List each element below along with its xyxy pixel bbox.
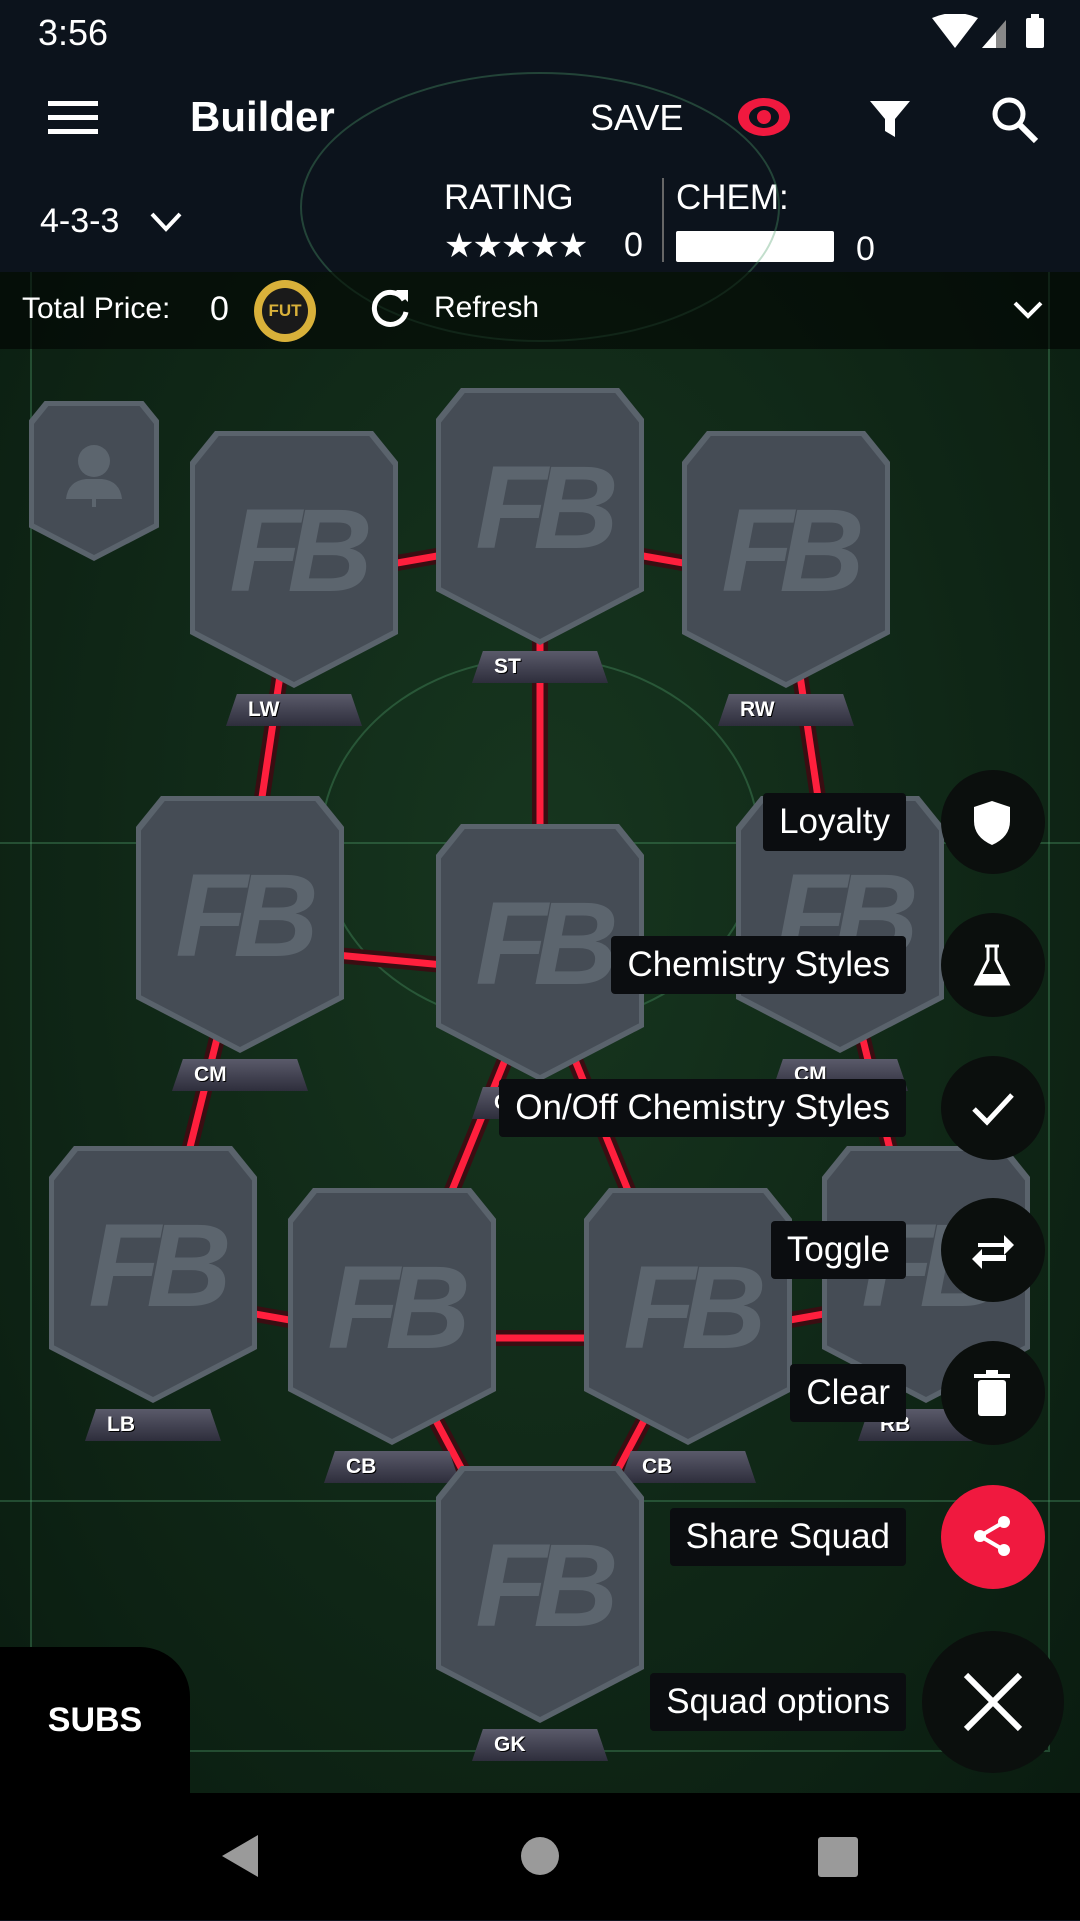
swap-button[interactable] [941,1198,1045,1302]
close-button[interactable] [922,1631,1064,1773]
price-bar: Total Price: 0 FUT Refresh [0,272,1080,349]
trash-icon [974,1370,1010,1416]
back-icon[interactable] [218,1833,262,1879]
fab-label[interactable]: Clear [790,1364,906,1422]
position-label: LB [85,1409,221,1441]
position-label: CB [324,1451,460,1483]
navigation-bar [0,1793,1080,1920]
recents-icon[interactable] [818,1837,858,1877]
flask-icon [973,944,1011,986]
home-icon[interactable] [521,1837,559,1875]
fab-label[interactable]: Chemistry Styles [611,936,906,994]
player-slot-st[interactable]: FB [436,388,644,645]
total-price-value: 0 [210,290,229,328]
fb-logo: FB [721,485,864,617]
position-label: RW [718,694,854,726]
trash-button[interactable] [941,1341,1045,1445]
position-label: LW [226,694,362,726]
coin-icon: FUT [254,280,316,342]
refresh-label: Refresh [434,291,540,324]
check-icon [972,1093,1014,1126]
fab-label[interactable]: Squad options [650,1673,906,1731]
fb-logo: FB [475,442,618,574]
shield-button[interactable] [941,770,1045,874]
fab-label[interactable]: Toggle [770,1221,906,1279]
fab-label[interactable]: On/Off Chemistry Styles [499,1079,906,1137]
fb-logo: FB [175,850,318,982]
swap-icon [972,1235,1014,1269]
chevron-down-icon[interactable] [1012,300,1044,322]
player-slot-gk[interactable]: FB [436,1466,644,1723]
position-label: ST [472,651,608,683]
shield-icon [974,801,1010,845]
manager-card[interactable] [29,401,159,561]
subs-tab[interactable]: SUBS [0,1647,190,1793]
position-label: GK [472,1729,608,1761]
player-slot-cb[interactable]: FB [288,1188,496,1445]
fb-logo: FB [475,1520,618,1652]
fb-logo: FB [88,1200,231,1332]
player-slot-cb[interactable]: FB [584,1188,792,1445]
player-slot-lb[interactable]: FB [49,1146,257,1403]
check-button[interactable] [941,1056,1045,1160]
refresh-button[interactable]: Refresh [368,286,539,330]
close-icon [963,1672,1023,1732]
subs-label: SUBS [47,1700,143,1739]
player-slot-rw[interactable]: FB [682,431,890,688]
player-slot-cm[interactable]: FB [136,796,344,1053]
fb-logo: FB [623,1242,766,1374]
total-price-label: Total Price: [22,292,171,325]
position-label: CB [620,1451,756,1483]
fb-logo: FB [229,485,372,617]
position-label: CM [172,1059,308,1091]
fab-label[interactable]: Share Squad [669,1508,906,1566]
share-button[interactable] [941,1485,1045,1589]
refresh-icon [371,289,409,327]
player-slot-lw[interactable]: FB [190,431,398,688]
fb-logo: FB [327,1242,470,1374]
flask-button[interactable] [941,913,1045,1017]
share-icon [974,1516,1010,1556]
manager-icon [66,445,122,507]
fab-label[interactable]: Loyalty [763,793,906,851]
